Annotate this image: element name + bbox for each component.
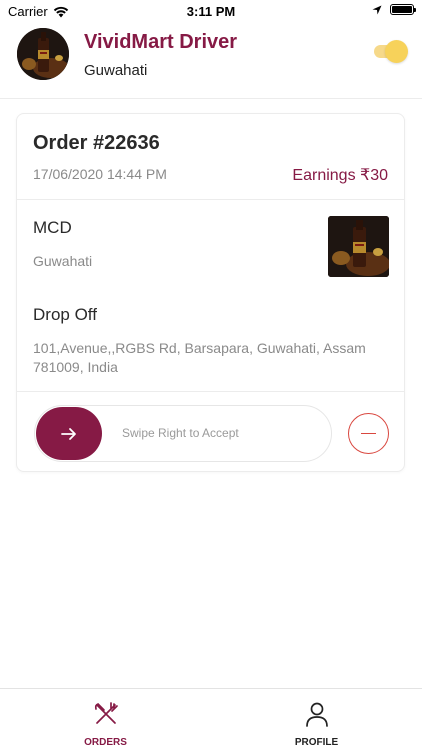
order-earnings: Earnings ₹30	[292, 167, 388, 184]
driver-city: Guwahati	[84, 62, 148, 79]
order-datetime: 17/06/2020 14:44 PM	[33, 166, 167, 182]
swipe-handle[interactable]	[36, 407, 102, 460]
pickup-city: Guwahati	[33, 253, 93, 269]
battery-fill	[392, 6, 412, 13]
divider	[17, 199, 404, 200]
pickup-store-name: MCD	[33, 218, 72, 237]
driver-avatar[interactable]	[17, 28, 69, 80]
store-image	[328, 216, 389, 277]
fork-knife-icon	[94, 702, 118, 724]
battery-icon	[390, 4, 416, 15]
divider	[17, 391, 404, 392]
order-card[interactable]: Order #22636 17/06/2020 14:44 PM Earning…	[16, 113, 405, 472]
tab-orders-label: ORDERS	[84, 737, 127, 748]
drop-off-address: 101,Avenue,,RGBS Rd, Barsapara, Guwahati…	[33, 340, 366, 375]
person-icon	[305, 702, 328, 727]
swipe-label: Swipe Right to Accept	[122, 426, 239, 440]
swipe-to-accept-slider[interactable]: Swipe Right to Accept	[34, 405, 332, 462]
tab-profile-label: PROFILE	[294, 737, 339, 748]
driver-avatar-image	[17, 28, 69, 80]
tab-orders[interactable]: ORDERS	[0, 689, 211, 750]
app-header: VividMart Driver Guwahati	[0, 22, 422, 99]
online-toggle[interactable]	[372, 40, 408, 63]
toggle-knob	[385, 40, 408, 63]
reject-order-button[interactable]	[348, 413, 389, 454]
store-thumbnail-image	[328, 216, 389, 277]
drop-off-title: Drop Off	[33, 305, 97, 324]
arrow-right-icon	[61, 427, 76, 440]
bottom-tab-bar: ORDERS PROFILE	[0, 688, 422, 750]
order-number: Order #22636	[33, 132, 160, 154]
status-time: 3:11 PM	[186, 4, 236, 19]
location-arrow-icon	[372, 5, 382, 14]
status-right	[372, 4, 416, 15]
app-title: VividMart Driver	[84, 31, 238, 53]
minus-icon	[361, 432, 376, 435]
status-bar: Carrier 3:11 PM	[0, 0, 422, 22]
tab-profile[interactable]: PROFILE	[211, 689, 422, 750]
